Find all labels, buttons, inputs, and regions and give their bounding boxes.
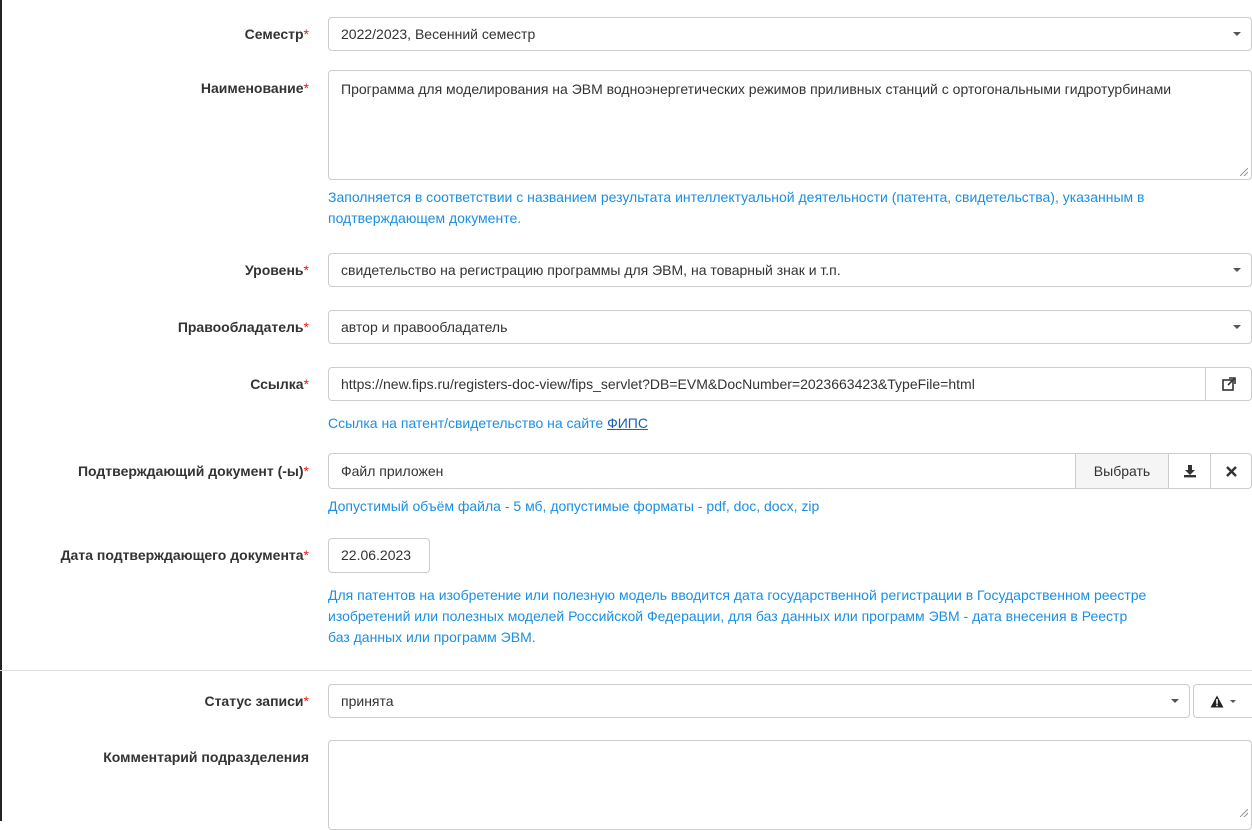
semester-label: Семестр*: [244, 26, 309, 42]
name-help: Заполняется в соответствии с названием р…: [328, 189, 1145, 226]
remove-file-button[interactable]: [1210, 453, 1252, 489]
name-textarea[interactable]: Программа для моделирования на ЭВМ водно…: [328, 70, 1252, 180]
document-help: Допустимый объём файла - 5 мб, допустимы…: [328, 498, 820, 514]
level-select[interactable]: свидетельство на регистрацию программы д…: [328, 253, 1252, 287]
semester-value: 2022/2023, Весенний семестр: [341, 26, 536, 42]
chevron-down-icon: [1171, 699, 1179, 703]
download-icon: [1183, 465, 1196, 478]
chevron-down-icon: [1233, 325, 1241, 329]
comment-textarea[interactable]: [328, 740, 1252, 830]
status-value: принята: [341, 693, 394, 709]
status-select[interactable]: принята: [328, 684, 1190, 718]
warning-dropdown-button[interactable]: [1193, 684, 1252, 718]
name-label: Наименование*: [200, 80, 309, 96]
fips-link[interactable]: ФИПС: [607, 415, 648, 431]
section-divider: [0, 670, 1252, 671]
link-label: Ссылка*: [250, 376, 309, 392]
chevron-down-icon: [1233, 32, 1241, 36]
doc-date-help: Для патентов на изобретение или полезную…: [328, 587, 1147, 645]
level-value: свидетельство на регистрацию программы д…: [341, 262, 841, 278]
status-label: Статус записи*: [204, 693, 309, 709]
document-input: Файл приложен: [328, 453, 1076, 489]
download-button[interactable]: [1168, 453, 1211, 489]
level-label: Уровень*: [244, 262, 309, 278]
external-link-icon: [1221, 377, 1236, 391]
doc-date-value: 22.06.2023: [341, 547, 412, 563]
comment-label: Комментарий подразделения: [103, 749, 309, 765]
warning-icon: [1210, 695, 1224, 707]
open-link-button[interactable]: [1205, 367, 1252, 401]
resize-handle-icon[interactable]: [1240, 168, 1248, 176]
document-label: Подтверждающий документ (-ы)*: [77, 463, 309, 479]
link-input[interactable]: https://new.fips.ru/registers-doc-view/f…: [328, 367, 1206, 401]
semester-select[interactable]: 2022/2023, Весенний семестр: [328, 17, 1252, 51]
chevron-down-icon: [1230, 699, 1236, 703]
link-value: https://new.fips.ru/registers-doc-view/f…: [341, 376, 975, 392]
rightholder-value: автор и правообладатель: [341, 319, 508, 335]
link-help: Ссылка на патент/свидетельство на сайте …: [328, 415, 648, 431]
rightholder-label: Правообладатель*: [177, 319, 309, 335]
choose-file-button[interactable]: Выбрать: [1075, 453, 1169, 489]
doc-date-input[interactable]: 22.06.2023: [328, 538, 430, 573]
document-value: Файл приложен: [341, 463, 444, 479]
rightholder-select[interactable]: автор и правообладатель: [328, 310, 1252, 344]
resize-handle-icon[interactable]: [1240, 809, 1248, 817]
doc-date-label: Дата подтверждающего документа*: [60, 547, 309, 563]
close-icon: [1225, 465, 1237, 477]
name-value: Программа для моделирования на ЭВМ водно…: [341, 81, 1172, 97]
chevron-down-icon: [1233, 268, 1241, 272]
